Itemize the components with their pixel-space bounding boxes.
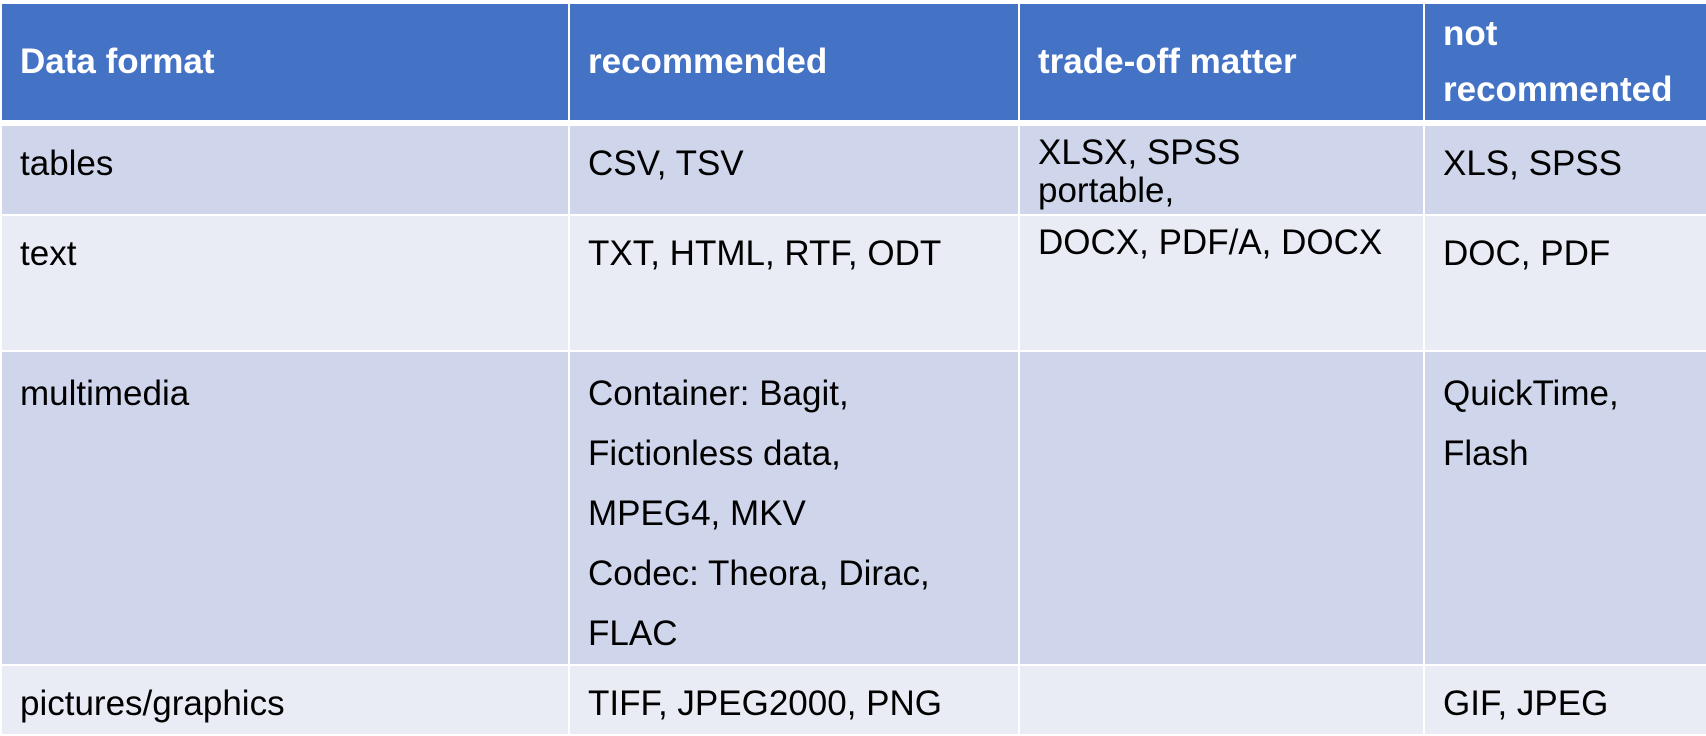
cell-recommended-line: Codec: Theora, Dirac, xyxy=(588,554,930,593)
cell-tradeoff-line: XLSX, SPSS xyxy=(1038,133,1241,172)
data-format-table: Data format recommended trade-off matter… xyxy=(0,2,1706,736)
cell-not-recommended: GIF, JPEG xyxy=(1423,664,1706,736)
cell-not-recommended: XLS, SPSS xyxy=(1423,122,1706,216)
cell-not-recommended: DOC, PDF xyxy=(1423,214,1706,352)
cell-recommended-line: MPEG4, MKV xyxy=(588,494,806,533)
cell-tradeoff xyxy=(1018,350,1425,666)
cell-tradeoff xyxy=(1018,664,1425,736)
cell-recommended: TIFF, JPEG2000, PNG xyxy=(568,664,1020,736)
cell-not-recommended-line: DOC, PDF xyxy=(1443,234,1611,273)
table-row: multimedia Container: Bagit, Fictionless… xyxy=(0,350,1706,666)
cell-recommended-line: Fictionless data, xyxy=(588,434,841,473)
header-trade-off-matter: trade-off matter xyxy=(1018,2,1425,126)
cell-recommended-line: CSV, TSV xyxy=(588,144,744,183)
table-header: Data format recommended trade-off matter… xyxy=(0,2,1706,126)
cell-not-recommended-line: GIF, JPEG xyxy=(1443,684,1609,723)
header-recommended: recommended xyxy=(568,2,1020,126)
cell-recommended-line: Container: Bagit, xyxy=(588,374,849,413)
table-row: pictures/graphics TIFF, JPEG2000, PNG GI… xyxy=(0,664,1706,736)
cell-recommended-line: TXT, HTML, RTF, ODT xyxy=(588,234,942,273)
cell-format: multimedia xyxy=(0,350,570,666)
cell-not-recommended-line: QuickTime, xyxy=(1443,374,1619,413)
cell-recommended: CSV, TSV xyxy=(568,122,1020,216)
data-format-table-container: Data format recommended trade-off matter… xyxy=(0,2,1706,736)
header-data-format: Data format xyxy=(0,2,570,126)
cell-recommended: Container: Bagit, Fictionless data, MPEG… xyxy=(568,350,1020,666)
cell-format: pictures/graphics xyxy=(0,664,570,736)
cell-recommended-line: TIFF, JPEG2000, PNG xyxy=(588,684,942,723)
header-not-recommended: not recommented xyxy=(1423,2,1706,126)
cell-format: text xyxy=(0,214,570,352)
cell-tradeoff: XLSX, SPSS portable, xyxy=(1018,122,1425,216)
cell-tradeoff-line: DOCX, PDF/A, DOCX xyxy=(1038,223,1383,262)
cell-tradeoff: DOCX, PDF/A, DOCX xyxy=(1018,214,1425,352)
cell-not-recommended: QuickTime, Flash xyxy=(1423,350,1706,666)
header-row: Data format recommended trade-off matter… xyxy=(0,2,1706,126)
cell-not-recommended-line: XLS, SPSS xyxy=(1443,144,1622,183)
table-row: text TXT, HTML, RTF, ODT DOCX, PDF/A, DO… xyxy=(0,214,1706,352)
table-row: tables CSV, TSV XLSX, SPSS portable, XLS… xyxy=(0,122,1706,216)
table-body: tables CSV, TSV XLSX, SPSS portable, XLS… xyxy=(0,122,1706,736)
cell-recommended: TXT, HTML, RTF, ODT xyxy=(568,214,1020,352)
cell-recommended-line: FLAC xyxy=(588,614,678,653)
cell-format: tables xyxy=(0,122,570,216)
cell-not-recommended-line: Flash xyxy=(1443,434,1529,473)
header-not-recommended-label: not recommented xyxy=(1443,14,1673,109)
cell-tradeoff-line: portable, xyxy=(1038,171,1175,210)
